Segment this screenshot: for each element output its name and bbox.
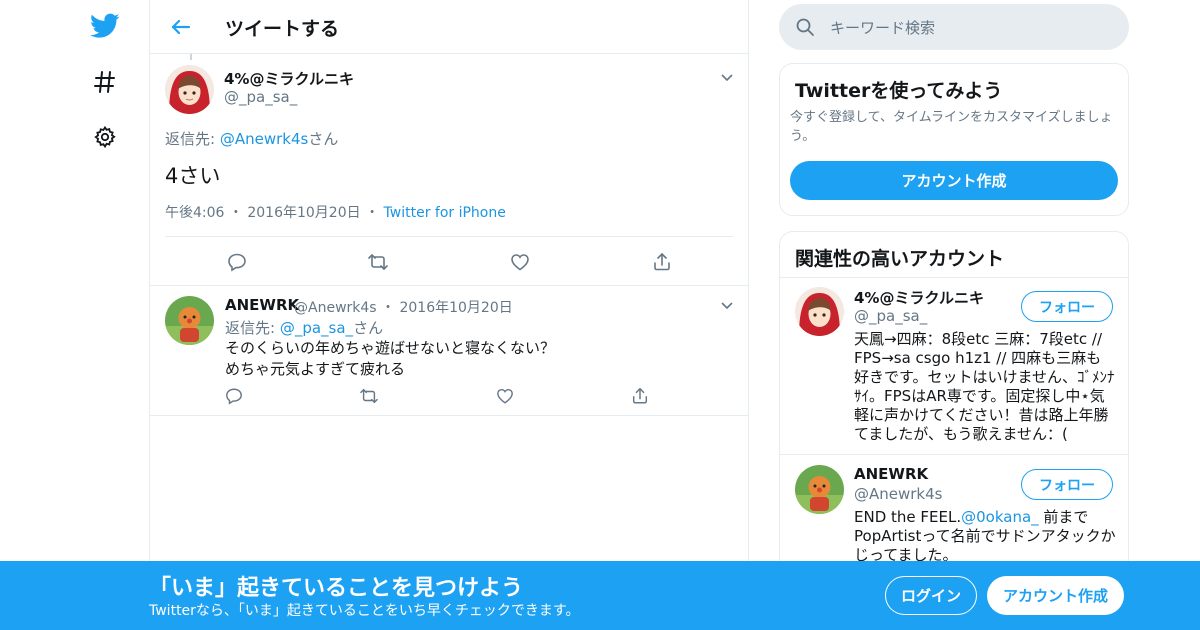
try-twitter-card: Twitterを使ってみよう 今すぐ登録して、タイムラインをカスタマイズしましょ…: [779, 63, 1129, 216]
card-title: 関連性の高いアカウント: [795, 248, 1005, 270]
tweet-date[interactable]: 2016年10月20日: [399, 300, 512, 316]
tweet-text: そのくらいの年めちゃ遊ばせないと寝なくない？ めちゃ元気よすぎて疲れる: [225, 338, 555, 380]
reply-to-link[interactable]: @Anewrk4s: [220, 130, 308, 148]
reply-to-link[interactable]: @_pa_sa_: [280, 319, 353, 337]
main-column: ツイートする 4%@ミラクルニキ @_pa_sa_ 返信先: @Anewrk4s…: [149, 0, 749, 630]
avatar[interactable]: [795, 465, 844, 514]
banner-subtitle: Twitterなら、「いま」起きていることをいち早くチェックできます。: [149, 603, 580, 619]
author-name[interactable]: ANEWRK: [225, 296, 299, 314]
reply-to: 返信先: @Anewrk4sさん: [165, 128, 338, 149]
tweet-text-line: めちゃ元気よすぎて疲れる: [225, 360, 406, 378]
card-title: Twitterを使ってみよう: [795, 80, 1003, 102]
author-handle[interactable]: @Anewrk4s: [294, 300, 377, 316]
banner-title: 「いま」起きていることを見つけよう: [149, 576, 524, 601]
reply-to-prefix: 返信先:: [225, 319, 280, 337]
tweet-time[interactable]: 午後4:06: [165, 205, 224, 221]
tweet-source[interactable]: Twitter for iPhone: [384, 205, 506, 221]
account-bio: 天鳳→四麻：8段etc 三麻：7段etc // FPS→sa csgo h1z1…: [854, 330, 1115, 443]
divider: [780, 277, 1128, 278]
bio-text: END the FEEL.: [854, 508, 962, 526]
meta-separator: ・: [228, 205, 243, 221]
signup-button[interactable]: アカウント作成: [987, 576, 1124, 615]
reply-icon[interactable]: [222, 384, 246, 408]
like-icon[interactable]: [508, 250, 532, 274]
account-name[interactable]: 4%@ミラクルニキ: [854, 287, 984, 308]
retweet-icon[interactable]: [366, 250, 390, 274]
search-icon: [795, 17, 815, 41]
avatar[interactable]: [165, 296, 214, 345]
gear-icon[interactable]: [88, 120, 122, 154]
meta-separator: ・: [381, 300, 396, 316]
author-handle[interactable]: @_pa_sa_: [224, 88, 297, 106]
tweet-text-line: そのくらいの年めちゃ遊ばせないと寝なくない？: [225, 339, 556, 357]
twitter-bird-icon[interactable]: [88, 9, 122, 43]
account-handle[interactable]: @Anewrk4s: [854, 485, 942, 503]
chevron-down-icon[interactable]: [719, 69, 735, 85]
account-bio: END the FEEL.@0okana_ 前までPopArtistって名前でサ…: [854, 508, 1116, 565]
tweet-header-meta: @Anewrk4s ・ 2016年10月20日: [294, 297, 513, 317]
search-placeholder: キーワード検索: [830, 19, 936, 37]
page-header: ツイートする: [150, 0, 748, 54]
tweet-meta: 午後4:06 ・ 2016年10月20日 ・ Twitter for iPhon…: [165, 202, 506, 222]
signup-banner: 「いま」起きていることを見つけよう Twitterなら、「いま」起きていることを…: [0, 561, 1200, 630]
like-icon[interactable]: [493, 384, 517, 408]
divider: [165, 236, 733, 237]
focus-tweet: 4%@ミラクルニキ @_pa_sa_ 返信先: @Anewrk4sさん 4さい …: [150, 54, 748, 286]
divider: [780, 454, 1128, 455]
left-nav: [0, 0, 150, 630]
reply-to-prefix: 返信先:: [165, 130, 220, 148]
reply-to-suffix: さん: [308, 130, 339, 148]
account-name[interactable]: ANEWRK: [854, 465, 928, 483]
login-button[interactable]: ログイン: [885, 576, 977, 615]
search-input[interactable]: キーワード検索: [779, 4, 1129, 50]
share-icon[interactable]: [650, 250, 674, 274]
follow-button[interactable]: フォロー: [1021, 469, 1113, 500]
related-accounts-card: 関連性の高いアカウント 4%@ミラクルニキ @_pa_sa_ フォロー 天鳳→四…: [779, 231, 1129, 576]
retweet-icon[interactable]: [357, 384, 381, 408]
signup-button[interactable]: アカウント作成: [790, 161, 1118, 200]
page-title: ツイートする: [225, 18, 340, 40]
tweet-date[interactable]: 2016年10月20日: [247, 205, 360, 221]
reply-to: 返信先: @_pa_sa_さん: [225, 317, 383, 338]
bio-link[interactable]: @0okana_: [961, 508, 1039, 526]
avatar[interactable]: [165, 65, 214, 114]
share-icon[interactable]: [628, 384, 652, 408]
author-name[interactable]: 4%@ミラクルニキ: [224, 68, 354, 89]
avatar[interactable]: [795, 287, 844, 336]
chevron-down-icon[interactable]: [719, 297, 735, 313]
meta-separator: ・: [365, 205, 380, 221]
card-description: 今すぐ登録して、タイムラインをカスタマイズしましょう。: [790, 110, 1113, 144]
account-handle[interactable]: @_pa_sa_: [854, 307, 927, 325]
reply-to-suffix: さん: [353, 319, 384, 337]
follow-button[interactable]: フォロー: [1021, 291, 1113, 322]
back-arrow-icon[interactable]: [168, 14, 194, 40]
tweet-text: 4さい: [165, 164, 221, 188]
reply-tweet[interactable]: ANEWRK @Anewrk4s ・ 2016年10月20日 返信先: @_pa…: [150, 286, 748, 416]
hashtag-icon[interactable]: [88, 65, 122, 99]
reply-icon[interactable]: [225, 250, 249, 274]
